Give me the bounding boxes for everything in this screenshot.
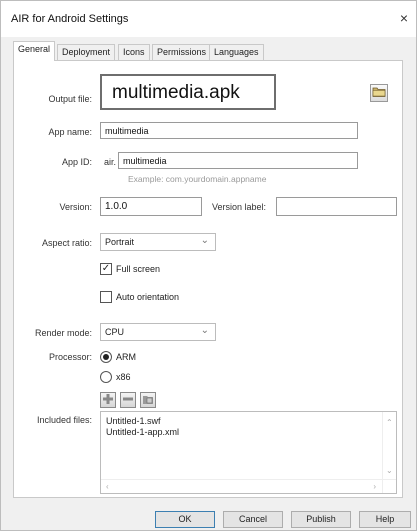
tab-permissions[interactable]: Permissions <box>152 44 212 60</box>
ok-button[interactable]: OK <box>155 511 215 528</box>
render-mode-select[interactable]: CPU ⌄ <box>100 323 216 341</box>
aspect-ratio-value: Portrait <box>105 237 135 247</box>
app-id-label: App ID: <box>61 157 92 167</box>
full-screen-checkbox[interactable]: ✓ Full screen <box>100 263 180 277</box>
add-file-icon[interactable] <box>100 392 116 408</box>
folder-icon[interactable] <box>370 84 388 102</box>
help-button[interactable]: Help <box>359 511 411 528</box>
render-mode-label: Render mode: <box>34 328 92 338</box>
output-file-field[interactable]: multimedia.apk <box>100 74 276 110</box>
list-item[interactable]: Untitled-1-app.xml <box>106 427 179 437</box>
processor-x86-label: x86 <box>116 372 131 382</box>
title-bar: AIR for Android Settings × <box>1 1 416 37</box>
add-folder-icon[interactable] <box>140 392 156 408</box>
chevron-down-icon[interactable]: ⌄ <box>386 466 393 475</box>
auto-orientation-label: Auto orientation <box>116 292 180 302</box>
settings-dialog: AIR for Android Settings × General Deplo… <box>0 0 417 531</box>
app-name-input[interactable]: multimedia <box>100 122 358 139</box>
app-id-hint: Example: com.yourdomain.appname <box>128 174 267 184</box>
render-mode-value: CPU <box>105 327 125 337</box>
app-id-input[interactable]: multimedia <box>118 152 358 169</box>
close-icon[interactable]: × <box>400 10 408 26</box>
included-files-label: Included files: <box>36 415 92 425</box>
version-label-label: Version label: <box>212 202 267 212</box>
auto-orientation-checkbox[interactable]: Auto orientation <box>100 291 200 305</box>
tab-deployment[interactable]: Deployment <box>57 44 116 60</box>
tab-general[interactable]: General <box>13 41 56 61</box>
publish-button[interactable]: Publish <box>291 511 351 528</box>
version-label-input[interactable] <box>276 197 397 216</box>
checkbox-box <box>100 291 112 303</box>
horizontal-scrollbar[interactable]: ‹ › <box>101 479 396 493</box>
tab-languages[interactable]: Languages <box>209 44 264 60</box>
cancel-button[interactable]: Cancel <box>223 511 283 528</box>
processor-arm-label: ARM <box>116 352 136 362</box>
chevron-down-icon: ⌄ <box>200 325 209 336</box>
version-input[interactable]: 1.0.0 <box>100 197 202 216</box>
processor-arm-radio[interactable]: ARM <box>100 351 160 365</box>
aspect-ratio-label: Aspect ratio: <box>41 238 92 248</box>
radio-selected-icon <box>100 351 112 363</box>
output-file-label: Output file: <box>48 94 92 104</box>
processor-label: Processor: <box>48 352 92 362</box>
tab-icons[interactable]: Icons <box>118 44 150 60</box>
chevron-down-icon: ⌄ <box>200 235 209 246</box>
chevron-up-icon[interactable]: ⌃ <box>386 418 393 427</box>
list-item[interactable]: Untitled-1.swf <box>106 416 161 426</box>
general-panel: Output file: multimedia.apk App name: mu… <box>13 60 403 498</box>
aspect-ratio-select[interactable]: Portrait ⌄ <box>100 233 216 251</box>
chevron-right-icon[interactable]: › <box>373 482 376 491</box>
window-title: AIR for Android Settings <box>11 13 129 25</box>
remove-file-icon[interactable] <box>120 392 136 408</box>
processor-x86-radio[interactable]: x86 <box>100 371 160 385</box>
radio-empty-icon <box>100 371 112 383</box>
included-files-list[interactable]: Untitled-1.swf Untitled-1-app.xml ⌃ ⌄ ‹ … <box>100 411 397 494</box>
chevron-left-icon[interactable]: ‹ <box>106 482 109 491</box>
app-name-label: App name: <box>48 127 92 137</box>
app-id-prefix: air. <box>104 157 117 167</box>
version-label: Version: <box>59 202 92 212</box>
full-screen-label: Full screen <box>116 264 161 274</box>
check-icon: ✓ <box>100 263 112 275</box>
